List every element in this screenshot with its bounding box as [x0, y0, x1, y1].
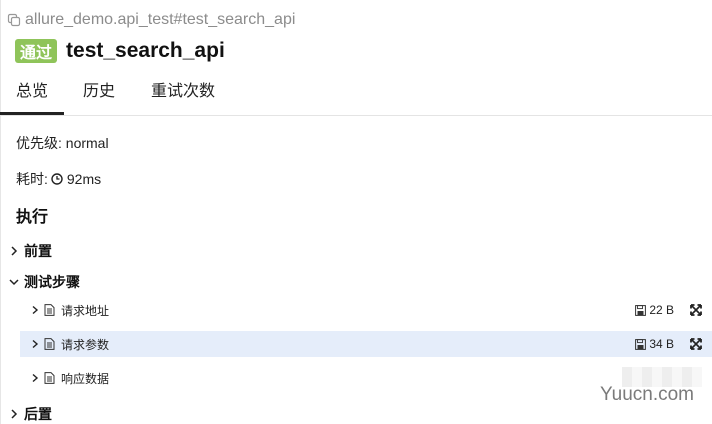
- tab-history[interactable]: 历史: [83, 76, 115, 112]
- document-icon: [44, 304, 55, 316]
- chevron-right-icon: [32, 305, 39, 315]
- step-label: 响应数据: [61, 371, 110, 386]
- chevron-right-icon: [32, 373, 39, 383]
- tab-overview[interactable]: 总览: [0, 76, 64, 115]
- breadcrumb-text: allure_demo.api_test#test_search_api: [25, 11, 296, 28]
- breadcrumb[interactable]: allure_demo.api_test#test_search_api: [7, 10, 295, 30]
- document-icon: [44, 338, 55, 350]
- chevron-right-icon: [32, 339, 39, 349]
- page-title: test_search_api: [66, 39, 225, 62]
- step-row[interactable]: 请求地址 22 B: [20, 297, 712, 323]
- step-row[interactable]: 请求参数 34 B: [20, 331, 712, 357]
- copy-icon[interactable]: [7, 13, 21, 27]
- duration-value: 92ms: [66, 171, 102, 187]
- test-body-toggle[interactable]: 测试步骤: [8, 272, 80, 292]
- save-icon: [635, 338, 647, 350]
- severity-row: 优先级: normal: [16, 133, 109, 153]
- teardown-toggle[interactable]: 后置: [8, 404, 52, 424]
- chevron-right-icon: [11, 409, 18, 419]
- watermark: Yuucn.com: [600, 384, 694, 405]
- panel-left-border: [0, 0, 1, 424]
- execution-title: 执行: [16, 209, 49, 226]
- step-label: 请求参数: [61, 337, 110, 352]
- expand-icon[interactable]: [690, 338, 702, 350]
- duration-label: 耗时:: [16, 171, 48, 187]
- attachment-info: 34 B: [635, 331, 702, 357]
- chevron-right-icon: [11, 246, 18, 256]
- attachment-size: 34 B: [649, 337, 674, 351]
- tab-bar: 总览 历史 重试次数: [0, 76, 712, 116]
- expand-icon[interactable]: [690, 304, 702, 316]
- severity-value: normal: [65, 135, 109, 151]
- step-label: 请求地址: [61, 303, 110, 318]
- clock-icon: [51, 173, 63, 185]
- duration-row: 耗时: 92ms: [16, 169, 101, 189]
- attachment-size: 22 B: [649, 303, 674, 317]
- chevron-down-icon: [9, 279, 19, 286]
- setup-label: 前置: [24, 243, 52, 259]
- status-badge: 通过: [15, 39, 58, 63]
- test-body-label: 测试步骤: [24, 274, 80, 290]
- setup-toggle[interactable]: 前置: [8, 241, 52, 261]
- document-icon: [44, 372, 55, 384]
- severity-label: 优先级:: [16, 135, 62, 151]
- attachment-info: 22 B: [635, 297, 702, 323]
- save-icon: [635, 304, 647, 316]
- teardown-label: 后置: [24, 406, 52, 422]
- tab-retries[interactable]: 重试次数: [151, 76, 215, 112]
- test-header: 通过 test_search_api: [15, 38, 225, 64]
